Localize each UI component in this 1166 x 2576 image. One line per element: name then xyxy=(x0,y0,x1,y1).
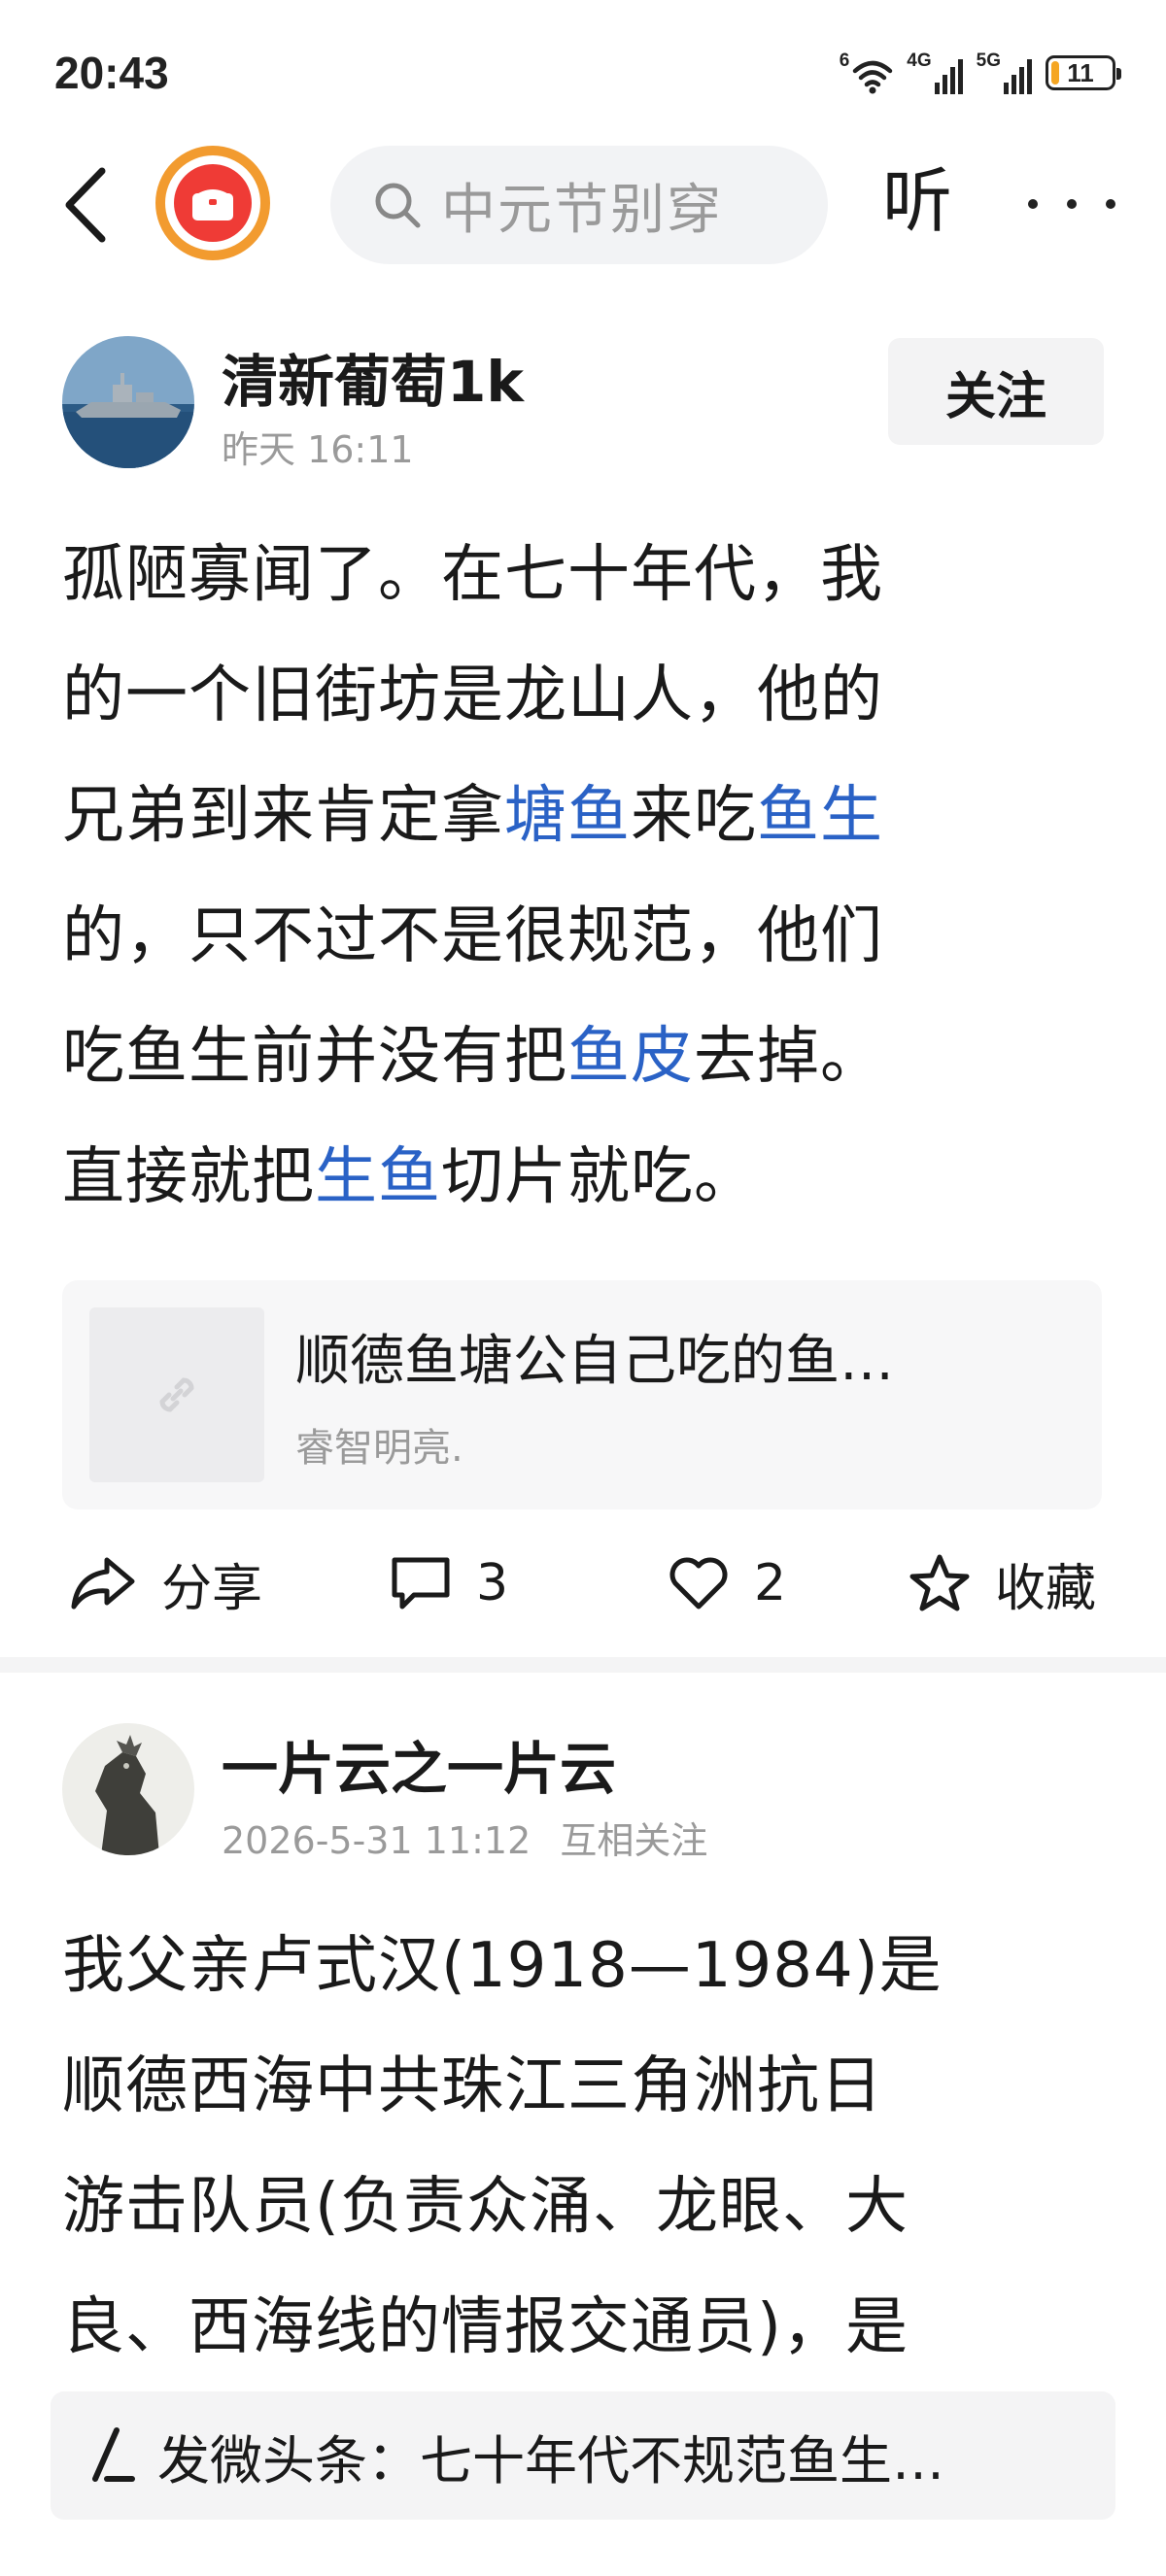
post-body-line: 良、西海线的情报交通员)，是 xyxy=(62,2267,1112,2388)
post-date: 2026-5-31 11:12 xyxy=(222,1819,532,1862)
follow-button[interactable]: 关注 xyxy=(888,338,1104,445)
search-input[interactable]: 中元节别穿 xyxy=(330,146,828,264)
post-body: 我父亲卢式汉(1918—1984)是 顺德西海中共珠江三角洲抗日 游击队员(负责众涌… xyxy=(62,1906,1112,2388)
heart-icon xyxy=(669,1557,728,1610)
post-text: 来吃 xyxy=(631,780,757,852)
post-text: 切片就吃。 xyxy=(441,1141,757,1213)
post-body-line: 的一个旧街坊是龙山人，他的 xyxy=(62,635,1112,756)
author-name[interactable]: 清新葡萄1k xyxy=(222,336,524,418)
status-bar: 20:43 6 4G 5G 11 xyxy=(0,0,1166,146)
app-logo[interactable] xyxy=(155,146,270,260)
link-card-source: 睿智明亮. xyxy=(295,1426,463,1471)
keyword-link[interactable]: 塘鱼 xyxy=(504,780,631,852)
avatar[interactable] xyxy=(62,336,194,468)
share-icon xyxy=(71,1557,135,1610)
battery-icon: 11 xyxy=(1046,55,1121,90)
post-text: 兄弟到来肯定拿 xyxy=(62,780,504,852)
post-body-line: 孤陋寡闻了。在七十年代，我 xyxy=(62,515,1112,635)
post-text: 游击队员(负责众涌、龙眼、大 xyxy=(62,2171,909,2243)
post-text: 孤陋寡闻了。在七十年代，我 xyxy=(62,539,883,611)
compose-bar[interactable]: 发微头条：七十年代不规范鱼生… xyxy=(51,2391,1115,2520)
comment-button[interactable]: 3 xyxy=(389,1535,508,1632)
comment-icon xyxy=(392,1557,450,1610)
network-5g-label: 5G xyxy=(976,51,1001,71)
share-label: 分享 xyxy=(161,1559,263,1618)
favorite-label: 收藏 xyxy=(995,1559,1097,1618)
post-body-line: 兄弟到来肯定拿塘鱼来吃鱼生 xyxy=(62,756,1112,876)
post-header: 一片云之一片云 2026-5-31 11:12 互相关注 xyxy=(0,1723,1166,1869)
like-button[interactable]: 2 xyxy=(667,1535,786,1632)
wifi-generation-label: 6 xyxy=(839,51,850,71)
keyword-link[interactable]: 鱼生 xyxy=(757,780,883,852)
chevron-left-icon xyxy=(65,167,106,243)
status-time: 20:43 xyxy=(54,48,169,98)
star-icon xyxy=(909,1554,970,1611)
link-thumbnail xyxy=(89,1307,264,1482)
link-card[interactable]: 顺德鱼塘公自己吃的鱼… 睿智明亮. xyxy=(62,1280,1102,1509)
search-icon xyxy=(375,183,421,228)
keyword-link[interactable]: 生鱼 xyxy=(315,1141,441,1213)
post-time: 昨天 16:11 xyxy=(222,428,414,471)
back-button[interactable] xyxy=(47,161,124,249)
post-time: 2026-5-31 11:12 互相关注 xyxy=(222,1811,707,1864)
app-logo-icon xyxy=(174,164,252,242)
post-text: 吃鱼生前并没有把 xyxy=(62,1021,567,1093)
post-action-bar: 分享 3 2 收藏 xyxy=(0,1535,1166,1632)
post-divider xyxy=(0,1657,1166,1673)
status-icons: 6 4G 5G 11 xyxy=(840,49,1121,97)
pen-icon xyxy=(92,2427,135,2482)
favorite-button[interactable]: 收藏 xyxy=(908,1535,1096,1632)
link-card-title: 顺德鱼塘公自己吃的鱼… xyxy=(295,1330,894,1393)
post-body-line: 我父亲卢式汉(1918—1984)是 xyxy=(62,1906,1112,2026)
like-count: 2 xyxy=(754,1554,787,1612)
post-header: 清新葡萄1k 昨天 16:11 关注 xyxy=(0,330,1166,476)
relation-badge: 互相关注 xyxy=(560,1819,708,1862)
share-button[interactable]: 分享 xyxy=(68,1535,262,1632)
post-text: 的一个旧街坊是龙山人，他的 xyxy=(62,660,883,731)
post-text: 的，只不过不是很规范，他们 xyxy=(62,900,883,972)
keyword-link[interactable]: 鱼皮 xyxy=(567,1021,694,1093)
signal-4g-icon: 4G xyxy=(907,51,963,94)
wifi-icon: 6 xyxy=(840,51,894,94)
post-text: 直接就把 xyxy=(62,1141,315,1213)
post-body-line: 直接就把生鱼切片就吃。 xyxy=(62,1117,1112,1237)
post-text: 顺德西海中共珠江三角洲抗日 xyxy=(62,2051,883,2122)
author-name[interactable]: 一片云之一片云 xyxy=(222,1723,616,1805)
search-placeholder: 中元节别穿 xyxy=(441,178,723,242)
compose-placeholder: 发微头条：七十年代不规范鱼生… xyxy=(157,2429,944,2491)
post-body-line: 游击队员(负责众涌、龙眼、大 xyxy=(62,2147,1112,2267)
top-nav: 中元节别穿 听 xyxy=(0,146,1166,272)
post-body-line: 吃鱼生前并没有把鱼皮去掉。 xyxy=(62,997,1112,1117)
battery-level: 11 xyxy=(1067,57,1094,87)
link-icon xyxy=(159,1377,194,1412)
post-text: 我父亲卢式汉(1918—1984)是 xyxy=(62,1930,943,2002)
post-body: 孤陋寡闻了。在七十年代，我 的一个旧街坊是龙山人，他的 兄弟到来肯定拿塘鱼来吃鱼生的… xyxy=(62,515,1112,1237)
more-options-icon[interactable] xyxy=(1028,185,1115,223)
post-text: 良、西海线的情报交通员)，是 xyxy=(62,2291,909,2363)
post-body-line: 顺德西海中共珠江三角洲抗日 xyxy=(62,2026,1112,2147)
post-body-line: 的，只不过不是很规范，他们 xyxy=(62,876,1112,997)
comment-count: 3 xyxy=(476,1554,509,1612)
signal-5g-icon: 5G xyxy=(977,51,1032,94)
avatar[interactable] xyxy=(62,1723,194,1855)
post-text: 去掉。 xyxy=(694,1021,883,1093)
battery-fill xyxy=(1051,61,1059,85)
network-4g-label: 4G xyxy=(907,51,932,71)
listen-button[interactable]: 听 xyxy=(882,159,952,243)
